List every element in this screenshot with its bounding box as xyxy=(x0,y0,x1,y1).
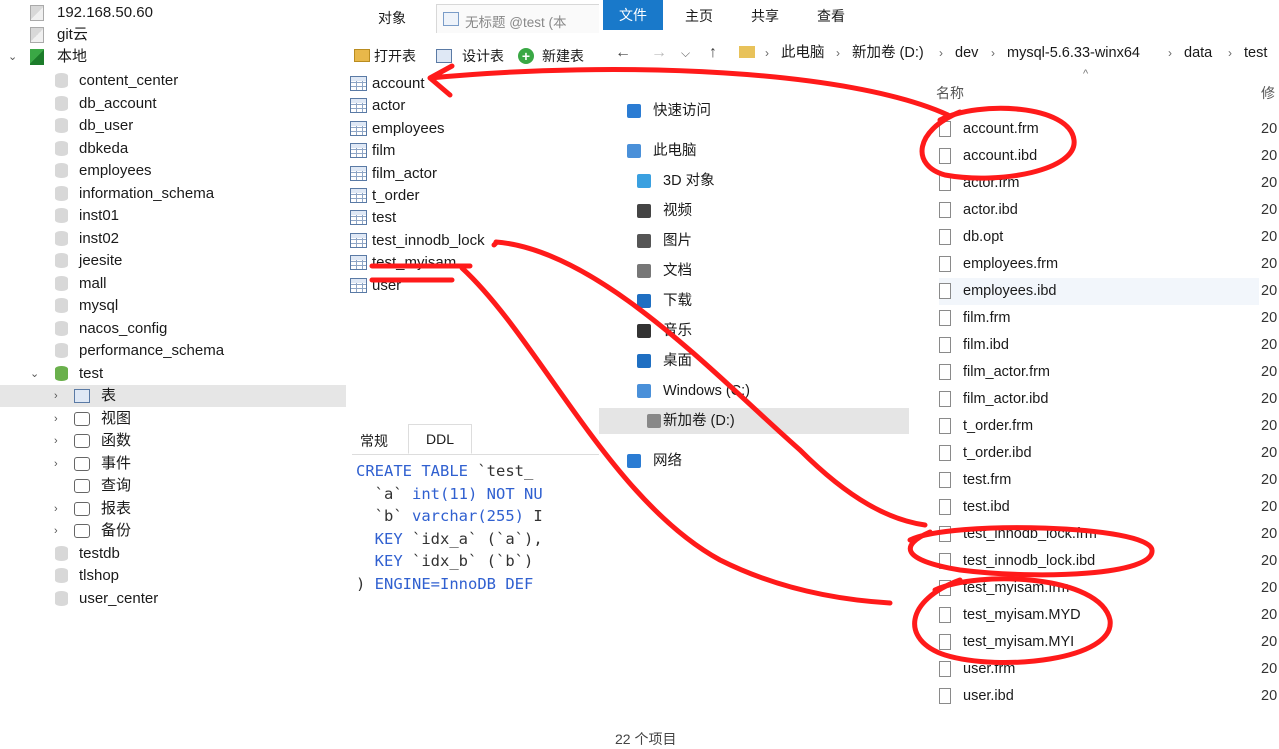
annotation-line-innodb xyxy=(493,239,928,528)
annotation-line-myisam xyxy=(459,265,893,606)
annotation-overlay xyxy=(369,63,1155,665)
annotation-arrow-account xyxy=(427,63,951,118)
annotation-circle-innodb xyxy=(907,525,1155,578)
annotation-circle-account xyxy=(919,105,1077,181)
annotation-circle-myisam xyxy=(912,576,1113,665)
